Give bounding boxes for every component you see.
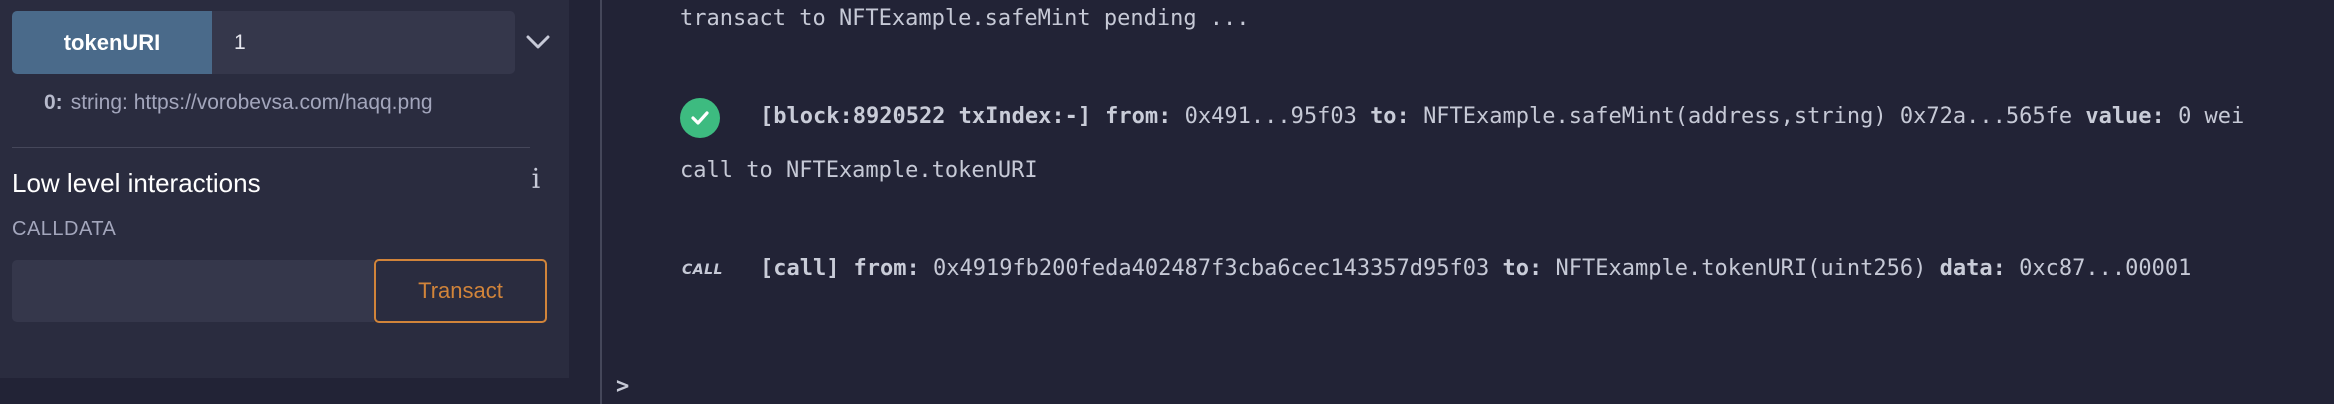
result-key: 0:: [44, 91, 63, 114]
call-detail-line[interactable]: [call] from: 0x4919fb200feda402487f3cba6c…: [760, 256, 2191, 281]
call-to-label: to:: [1502, 256, 1543, 281]
tx-value-label: value:: [2085, 104, 2165, 129]
tx-from-label: from:: [1105, 104, 1172, 129]
call-data: 0xc87...00001: [2019, 256, 2192, 281]
terminal: transact to NFTExample.safeMint pending …: [602, 0, 2334, 404]
call-data-label: data:: [1939, 256, 2006, 281]
call-log-line: call to NFTExample.tokenURI: [680, 158, 1038, 183]
call-to: NFTExample.tokenURI(uint256): [1555, 256, 1927, 281]
panel-footer-space: [0, 378, 569, 404]
calldata-input[interactable]: [12, 260, 374, 322]
tx-log-line[interactable]: [block:8920522 txIndex:-] from: 0x491...9…: [760, 104, 2244, 129]
call-tag: CALL: [682, 262, 723, 278]
tx-value: 0 wei: [2178, 104, 2245, 129]
low-level-interactions-title: Low level interactions: [12, 168, 261, 198]
result-value: string: https://vorobevsa.com/haqq.png: [70, 91, 433, 114]
tokenuri-input[interactable]: 1: [212, 11, 515, 74]
calldata-label: CALLDATA: [12, 218, 117, 240]
function-result: 0: string: https://vorobevsa.com/haqq.pn…: [44, 88, 433, 118]
panel-gutter: [569, 0, 600, 404]
chevron-down-icon[interactable]: [524, 28, 552, 56]
tx-from: 0x491...95f03: [1184, 104, 1357, 129]
call-block: [call]: [760, 256, 840, 281]
terminal-prompt[interactable]: >: [616, 374, 629, 399]
call-from-label: from:: [853, 256, 920, 281]
info-icon[interactable]: i: [526, 164, 546, 195]
tokenuri-function-button[interactable]: tokenURI: [12, 11, 212, 74]
check-circle-icon: [680, 98, 720, 138]
pending-log-line: transact to NFTExample.safeMint pending …: [680, 6, 1250, 31]
tx-to-label: to:: [1370, 104, 1410, 129]
divider: [12, 147, 530, 148]
contract-functions-panel: tokenURI 1 0: string: https://vorobevsa.…: [0, 0, 569, 378]
transact-button[interactable]: Transact: [374, 259, 547, 323]
call-from: 0x4919fb200feda402487f3cba6cec143357d95f…: [932, 256, 1490, 281]
remix-ide-view: tokenURI 1 0: string: https://vorobevsa.…: [0, 0, 2334, 404]
tx-block: [block:8920522 txIndex:-]: [760, 104, 1092, 129]
tx-to: NFTExample.safeMint(address,string) 0x72…: [1423, 104, 2073, 129]
